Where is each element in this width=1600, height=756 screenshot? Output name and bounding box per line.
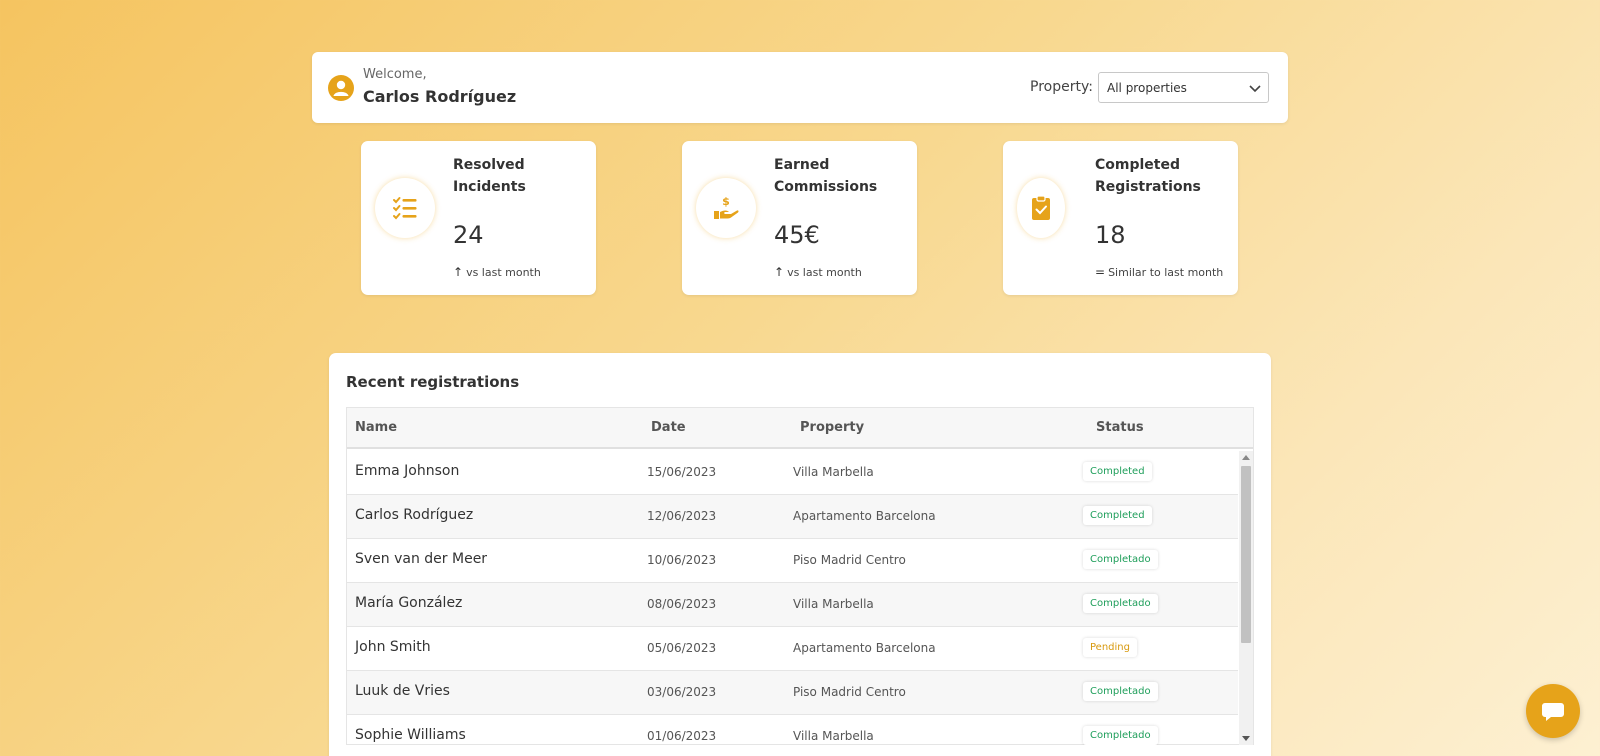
table-row[interactable]: Sophie Williams 01/06/2023 Villa Marbell… [347,715,1238,745]
property-select-value: All properties [1107,81,1187,95]
property-select[interactable]: All properties [1098,72,1269,103]
kpi-trend: = Similar to last month [1095,265,1223,279]
welcome-header: Welcome, Carlos Rodríguez Property: All … [312,52,1288,123]
status-badge: Completado [1083,682,1158,701]
cell-date: 12/06/2023 [647,509,717,523]
cell-name: John Smith [355,639,431,655]
recent-registrations-card: Recent registrations Name Date Property … [329,353,1271,756]
chat-button[interactable] [1526,684,1580,738]
welcome-label: Welcome, [363,67,427,82]
kpi-title: Completed Registrations [1095,157,1201,195]
kpi-card-earned-commissions: $ Earned Commissions 45€ ↑ vs last month [682,141,917,295]
equals-icon: = [1095,265,1106,279]
scroll-down-icon[interactable] [1242,736,1250,741]
kpi-value: 45€ [774,221,820,249]
cell-property: Villa Marbella [793,729,874,743]
user-avatar-icon [328,75,354,101]
clipboard-check-icon [1017,178,1065,238]
property-label: Property: [1030,79,1093,95]
status-badge: Completado [1083,726,1158,745]
kpi-trend-text: Similar to last month [1108,266,1224,279]
table-row[interactable]: Carlos Rodríguez 12/06/2023 Apartamento … [347,495,1238,539]
registrations-table: Name Date Property Status Emma Johnson 1… [346,407,1254,745]
cell-property: Piso Madrid Centro [793,685,906,699]
status-badge: Completado [1083,594,1158,613]
cell-name: Sophie Williams [355,727,466,743]
table-row[interactable]: Sven van der Meer 10/06/2023 Piso Madrid… [347,539,1238,583]
cell-date: 01/06/2023 [647,729,717,743]
cell-name: Emma Johnson [355,463,460,479]
table-title: Recent registrations [346,373,520,391]
scroll-thumb[interactable] [1241,466,1251,643]
status-badge: Completed [1083,506,1152,525]
cell-date: 05/06/2023 [647,641,717,655]
kpi-value: 24 [453,221,484,249]
cell-property: Apartamento Barcelona [793,509,936,523]
svg-text:$: $ [722,195,730,208]
cell-property: Villa Marbella [793,465,874,479]
kpi-card-completed-registrations: Completed Registrations 18 = Similar to l… [1003,141,1238,295]
cell-date: 15/06/2023 [647,465,717,479]
cell-date: 10/06/2023 [647,553,717,567]
status-badge: Pending [1083,638,1137,657]
kpi-trend: ↑ vs last month [453,265,541,279]
checklist-icon [375,178,435,238]
kpi-trend-text: vs last month [466,266,541,279]
table-row[interactable]: Emma Johnson 15/06/2023 Villa Marbella C… [347,451,1238,495]
cell-name: Luuk de Vries [355,683,450,699]
status-badge: Completed [1083,462,1152,481]
table-row[interactable]: Luuk de Vries 03/06/2023 Piso Madrid Cen… [347,671,1238,715]
kpi-trend-text: vs last month [787,266,862,279]
cell-date: 03/06/2023 [647,685,717,699]
column-header-property[interactable]: Property [800,420,864,435]
table-row[interactable]: María González 08/06/2023 Villa Marbella… [347,583,1238,627]
arrow-up-icon: ↑ [774,265,785,279]
chat-bubble-icon [1542,703,1564,721]
table-body: Emma Johnson 15/06/2023 Villa Marbella C… [347,451,1238,745]
kpi-trend: ↑ vs last month [774,265,862,279]
user-name: Carlos Rodríguez [363,87,517,106]
kpi-title: Earned Commissions [774,157,878,195]
cell-property: Apartamento Barcelona [793,641,936,655]
chevron-down-icon [1249,85,1261,93]
table-scrollbar[interactable] [1239,451,1253,745]
kpi-card-resolved-incidents: Resolved Incidents 24 ↑ vs last month [361,141,596,295]
cell-date: 08/06/2023 [647,597,717,611]
kpi-value: 18 [1095,221,1126,249]
kpi-title: Resolved Incidents [453,157,526,195]
arrow-up-icon: ↑ [453,265,464,279]
cell-property: Villa Marbella [793,597,874,611]
cell-name: Sven van der Meer [355,551,488,567]
column-header-status[interactable]: Status [1096,420,1144,435]
cell-name: Carlos Rodríguez [355,507,474,523]
scroll-up-icon[interactable] [1242,455,1250,460]
table-row[interactable]: John Smith 05/06/2023 Apartamento Barcel… [347,627,1238,671]
table-header: Name Date Property Status [347,408,1253,449]
hand-money-icon: $ [696,178,756,238]
cell-name: María González [355,595,463,611]
column-header-date[interactable]: Date [651,420,686,435]
cell-property: Piso Madrid Centro [793,553,906,567]
column-header-name[interactable]: Name [355,420,397,435]
status-badge: Completado [1083,550,1158,569]
